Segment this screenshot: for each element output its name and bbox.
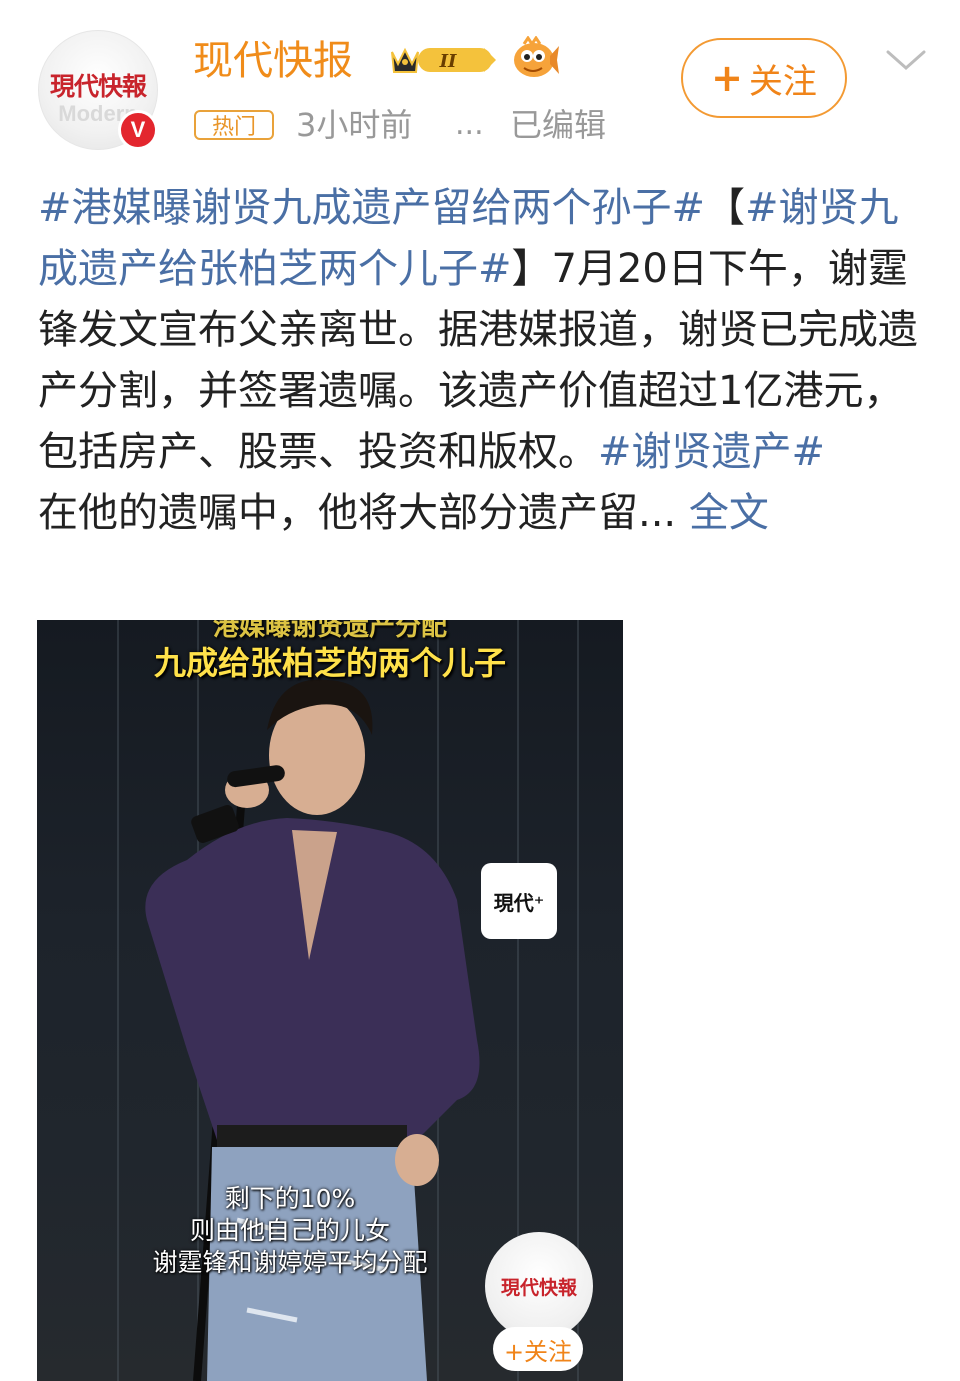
video-avatar[interactable]: 現代快報 [485, 1232, 593, 1340]
bracket: 【 [705, 185, 746, 231]
more-dots: ... [455, 107, 484, 142]
crown-level-icon[interactable]: II [388, 42, 500, 78]
level-text: II [439, 51, 457, 72]
video-subtitle-1: 剩下的10% [224, 1184, 356, 1213]
hot-tag: 热门 [194, 110, 274, 140]
hashtag-link[interactable]: #港媒曝谢贤九成遗产留给两个孙子# [38, 185, 705, 231]
username[interactable]: 现代快报 [193, 36, 353, 86]
post-text: #港媒曝谢贤九成遗产留给两个孙子#【#谢贤九成遗产给张柏芝两个儿子#】7月20日… [38, 178, 923, 544]
video-follow-button[interactable]: +关注 [493, 1327, 583, 1371]
avatar-logo: 現代快報 [49, 72, 147, 101]
hashtag-link[interactable]: #谢贤遗产# [598, 429, 825, 475]
video-caption-main: 九成给张柏芝的两个儿子 [153, 644, 506, 682]
chevron-down-icon[interactable] [884, 46, 928, 74]
post-time: 3小时前 [296, 106, 413, 144]
read-more-link[interactable]: 全文 [676, 490, 769, 536]
post-video[interactable]: 港媒曝谢贤遗产分配 九成给张柏芝的两个儿子 現代⁺ 剩下的10% 则由他自己的儿… [37, 620, 623, 1381]
fish-emoji-icon [514, 36, 559, 77]
follow-button[interactable]: + 关注 [681, 38, 847, 118]
post-body-text-2: 在他的遗嘱中，他将大部分遗产留... [38, 490, 677, 536]
follow-label: 关注 [748, 61, 817, 102]
verified-icon: V [118, 110, 158, 150]
plus-icon: + [711, 56, 743, 100]
watermark-logo: 現代⁺ [481, 863, 557, 939]
edited-label[interactable]: 已编辑 [510, 104, 606, 146]
